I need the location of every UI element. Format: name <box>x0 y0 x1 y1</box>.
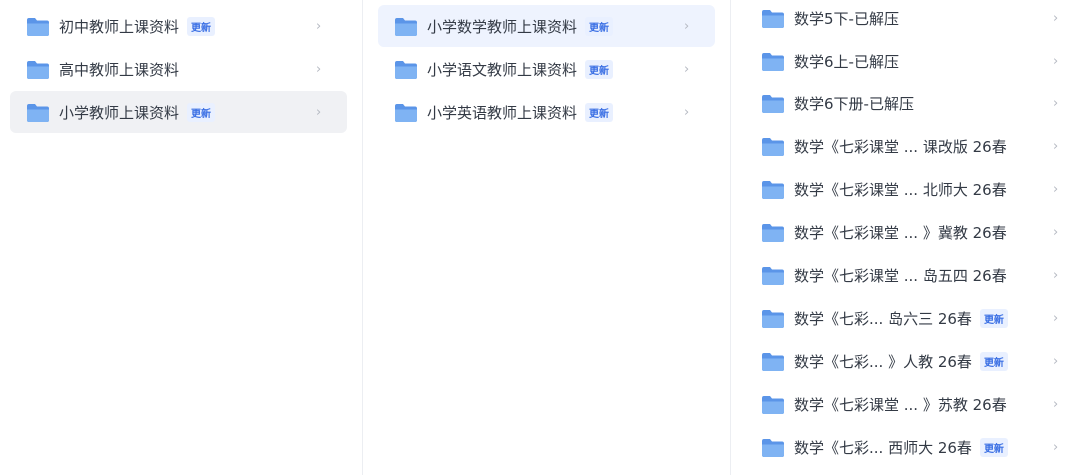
folder-label: 数学《七彩课堂 ... 》冀教 26春 <box>794 223 1007 242</box>
folder-row-math-6a[interactable]: 数学6上-已解压 › <box>731 40 1071 82</box>
chevron-right-icon: › <box>684 61 690 77</box>
folder-row-primary-math[interactable]: 小学数学教师上课资料 更新 › <box>378 5 715 47</box>
folder-icon <box>762 52 784 71</box>
folder-label: 小学语文教师上课资料 <box>427 60 578 79</box>
folder-icon <box>395 103 417 122</box>
folder-label: 数学《七彩... 岛六三 26春 <box>794 309 972 328</box>
update-badge: 更新 <box>979 437 1008 457</box>
folder-row-math-qicai-sujiao[interactable]: 数学《七彩课堂 ... 》苏教 26春 › <box>731 383 1071 425</box>
folder-row-primary-chinese[interactable]: 小学语文教师上课资料 更新 › <box>378 48 715 90</box>
folder-row-math-5b[interactable]: 数学5下-已解压 › <box>731 0 1071 39</box>
folder-icon <box>762 438 784 457</box>
folder-icon <box>27 103 49 122</box>
folder-label: 数学《七彩课堂 ... 课改版 26春 <box>794 137 1007 156</box>
folder-row-math-6b[interactable]: 数学6下册-已解压 › <box>731 82 1071 124</box>
folder-label: 数学《七彩... 西师大 26春 <box>794 438 972 457</box>
folder-icon <box>762 395 784 414</box>
chevron-right-icon: › <box>1053 396 1059 412</box>
update-badge: 更新 <box>187 102 216 122</box>
folder-icon <box>762 180 784 199</box>
chevron-right-icon: › <box>684 104 690 120</box>
folder-label: 数学《七彩课堂 ... 北师大 26春 <box>794 180 1007 199</box>
chevron-right-icon: › <box>316 61 322 77</box>
update-badge: 更新 <box>585 16 614 36</box>
folder-row-primary-school[interactable]: 小学教师上课资料 更新 › <box>10 91 347 133</box>
folder-label: 数学《七彩... 》人教 26春 <box>794 352 972 371</box>
update-badge: 更新 <box>187 16 216 36</box>
folder-icon <box>762 309 784 328</box>
folder-label: 小学数学教师上课资料 <box>427 17 578 36</box>
folder-row-math-qicai-63[interactable]: 数学《七彩... 岛六三 26春 更新 › <box>731 297 1071 339</box>
folder-label: 小学英语教师上课资料 <box>427 103 578 122</box>
folder-icon <box>395 17 417 36</box>
column-math-resources: 数学5下-已解压 › 数学6上-已解压 › 数学6下册-已解压 › 数学《七彩课… <box>731 0 1080 475</box>
chevron-right-icon: › <box>316 104 322 120</box>
folder-icon <box>762 137 784 156</box>
folder-row-primary-english[interactable]: 小学英语教师上课资料 更新 › <box>378 91 715 133</box>
chevron-right-icon: › <box>1053 95 1059 111</box>
folder-row-math-qicai-beishida[interactable]: 数学《七彩课堂 ... 北师大 26春 › <box>731 168 1071 210</box>
folder-label: 高中教师上课资料 <box>59 60 180 79</box>
folder-label: 数学《七彩课堂 ... 》苏教 26春 <box>794 395 1007 414</box>
folder-row-math-qicai-xishida[interactable]: 数学《七彩... 西师大 26春 更新 › <box>731 426 1071 468</box>
folder-label: 初中教师上课资料 <box>59 17 180 36</box>
update-badge: 更新 <box>585 102 614 122</box>
update-badge: 更新 <box>979 351 1008 371</box>
chevron-right-icon: › <box>1053 138 1059 154</box>
folder-icon <box>27 17 49 36</box>
folder-label: 数学6上-已解压 <box>794 52 899 71</box>
folder-label: 数学5下-已解压 <box>794 9 899 28</box>
update-badge: 更新 <box>585 59 614 79</box>
column-primary-subjects: 小学数学教师上课资料 更新 › 小学语文教师上课资料 更新 › 小学英语教师上课… <box>363 0 730 475</box>
folder-icon <box>395 60 417 79</box>
chevron-right-icon: › <box>1053 439 1059 455</box>
chevron-right-icon: › <box>1053 10 1059 26</box>
chevron-right-icon: › <box>1053 53 1059 69</box>
folder-label: 数学《七彩课堂 ... 岛五四 26春 <box>794 266 1007 285</box>
chevron-right-icon: › <box>684 18 690 34</box>
folder-icon <box>762 9 784 28</box>
folder-icon <box>762 94 784 113</box>
folder-icon <box>762 352 784 371</box>
folder-row-math-qicai-kegai[interactable]: 数学《七彩课堂 ... 课改版 26春 › <box>731 125 1071 167</box>
folder-row-junior-high[interactable]: 初中教师上课资料 更新 › <box>10 5 347 47</box>
folder-label: 小学教师上课资料 <box>59 103 180 122</box>
chevron-right-icon: › <box>1053 267 1059 283</box>
chevron-right-icon: › <box>1053 181 1059 197</box>
chevron-right-icon: › <box>1053 353 1059 369</box>
folder-row-math-qicai-jijiao[interactable]: 数学《七彩课堂 ... 》冀教 26春 › <box>731 211 1071 253</box>
chevron-right-icon: › <box>1053 310 1059 326</box>
folder-label: 数学6下册-已解压 <box>794 94 914 113</box>
folder-row-senior-high[interactable]: 高中教师上课资料 › <box>10 48 347 90</box>
folder-icon <box>27 60 49 79</box>
folder-icon <box>762 266 784 285</box>
chevron-right-icon: › <box>1053 224 1059 240</box>
folder-row-math-qicai-renjiao[interactable]: 数学《七彩... 》人教 26春 更新 › <box>731 340 1071 382</box>
folder-icon <box>762 223 784 242</box>
folder-row-math-qicai-54[interactable]: 数学《七彩课堂 ... 岛五四 26春 › <box>731 254 1071 296</box>
column-top-level: 初中教师上课资料 更新 › 高中教师上课资料 › 小学教师上课资料 更新 › <box>0 0 362 475</box>
chevron-right-icon: › <box>316 18 322 34</box>
update-badge: 更新 <box>979 308 1008 328</box>
